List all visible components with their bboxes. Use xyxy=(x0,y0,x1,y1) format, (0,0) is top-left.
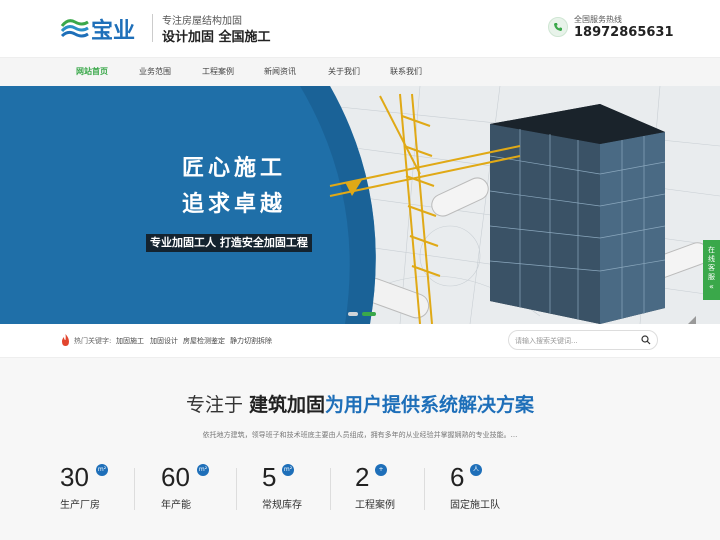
about-description: 依托地方建筑，领导班子和技术班底主要由人员组成，拥有多年的从业经验并掌握娴熟的专… xyxy=(202,431,518,439)
hotline-number[interactable]: 18972865631 xyxy=(574,25,674,40)
stat-badge: 人 xyxy=(470,464,482,476)
online-service-tab[interactable]: 在线客服 « xyxy=(703,240,720,300)
stat-value: 2 xyxy=(355,462,370,492)
stat-divider xyxy=(134,468,135,510)
keyword-link[interactable]: 加固设计 xyxy=(150,336,178,346)
stat-label: 固定施工队 xyxy=(450,500,500,511)
stat-label: 生产厂房 xyxy=(60,500,100,511)
stat-value: 5 xyxy=(262,462,277,492)
about-title-accent: 为用户提供系统解决方案 xyxy=(325,394,535,416)
keyword-link[interactable]: 加固施工 xyxy=(116,336,144,346)
nav-item-news[interactable]: 新闻资讯 xyxy=(264,58,296,87)
stat-divider xyxy=(330,468,331,510)
slider-dot-2[interactable] xyxy=(362,312,376,316)
about-title: 专注于 建筑加固为用户提供系统解决方案 xyxy=(0,390,720,417)
stat-divider xyxy=(424,468,425,510)
search-icon[interactable] xyxy=(641,335,651,345)
stat-badge: m² xyxy=(197,464,209,476)
stat-badge: + xyxy=(375,464,387,476)
slogan-divider xyxy=(152,14,153,42)
stat-value: 30 xyxy=(60,462,89,492)
nav-item-services[interactable]: 业务范围 xyxy=(139,58,171,87)
stat-item: 6 人 固定施工队 xyxy=(450,462,540,512)
hotline-label: 全国服务热线 xyxy=(574,15,622,24)
nav-item-contact[interactable]: 联系我们 xyxy=(390,58,422,87)
logo-text: 宝业 xyxy=(91,19,136,44)
banner-headline-2: 追求卓越 xyxy=(182,192,287,217)
page: 宝业 专注房屋结构加固 设计加固 全国施工 全国服务热线 18972865631… xyxy=(0,0,720,540)
stat-badge: m² xyxy=(282,464,294,476)
header: 宝业 专注房屋结构加固 设计加固 全国施工 全国服务热线 18972865631 xyxy=(0,0,720,57)
hero-banner[interactable]: 匠心施工 追求卓越 专业加固工人 打造安全加固工程 xyxy=(0,86,720,324)
stat-divider xyxy=(236,468,237,510)
nav-item-about[interactable]: 关于我们 xyxy=(328,58,360,87)
stat-label: 常规库存 xyxy=(262,500,302,511)
fire-icon xyxy=(62,334,69,346)
stat-value: 6 xyxy=(450,462,465,492)
keyword-link[interactable]: 静力切割拆除 xyxy=(230,336,272,346)
main-nav: 网站首页 业务范围 工程案例 新闻资讯 关于我们 联系我们 xyxy=(0,57,720,86)
about-section: 专注于 建筑加固为用户提供系统解决方案 依托地方建筑，领导班子和技术班底主要由人… xyxy=(0,358,720,540)
banner-illustration xyxy=(0,86,720,324)
stat-item: 30 m² 生产厂房 xyxy=(60,462,150,512)
online-service-label: 在线客服 xyxy=(708,246,715,281)
stat-label: 工程案例 xyxy=(355,500,395,511)
search-box xyxy=(508,330,658,350)
about-title-prefix: 专注于 xyxy=(185,394,243,416)
nav-item-cases[interactable]: 工程案例 xyxy=(202,58,234,87)
banner-corner-icon xyxy=(688,316,696,324)
phone-icon xyxy=(548,17,568,37)
nav-item-home[interactable]: 网站首页 xyxy=(76,58,108,87)
banner-headline-1: 匠心施工 xyxy=(182,156,287,181)
stat-item: 5 m² 常规库存 xyxy=(262,462,352,512)
slogan-small: 专注房屋结构加固 xyxy=(162,16,242,27)
logo-waves-icon xyxy=(60,19,89,38)
hot-keywords-label: 热门关键字: xyxy=(74,337,112,345)
logo[interactable]: 宝业 xyxy=(60,13,138,45)
keyword-link[interactable]: 房屋检测鉴定 xyxy=(183,336,225,346)
banner-subtitle: 专业加固工人 打造安全加固工程 xyxy=(146,234,312,252)
about-title-bold: 建筑加固 xyxy=(249,394,326,416)
stat-badge: m² xyxy=(96,464,108,476)
chevron-left-icon: « xyxy=(709,282,714,291)
stat-item: 60 m² 年产能 xyxy=(161,462,251,512)
slider-dot-1[interactable] xyxy=(348,312,358,316)
stat-value: 60 xyxy=(161,462,190,492)
stat-label: 年产能 xyxy=(161,500,191,511)
stat-item: 2 + 工程案例 xyxy=(355,462,445,512)
slogan-big: 设计加固 全国施工 xyxy=(162,30,271,45)
search-input[interactable] xyxy=(515,334,633,347)
